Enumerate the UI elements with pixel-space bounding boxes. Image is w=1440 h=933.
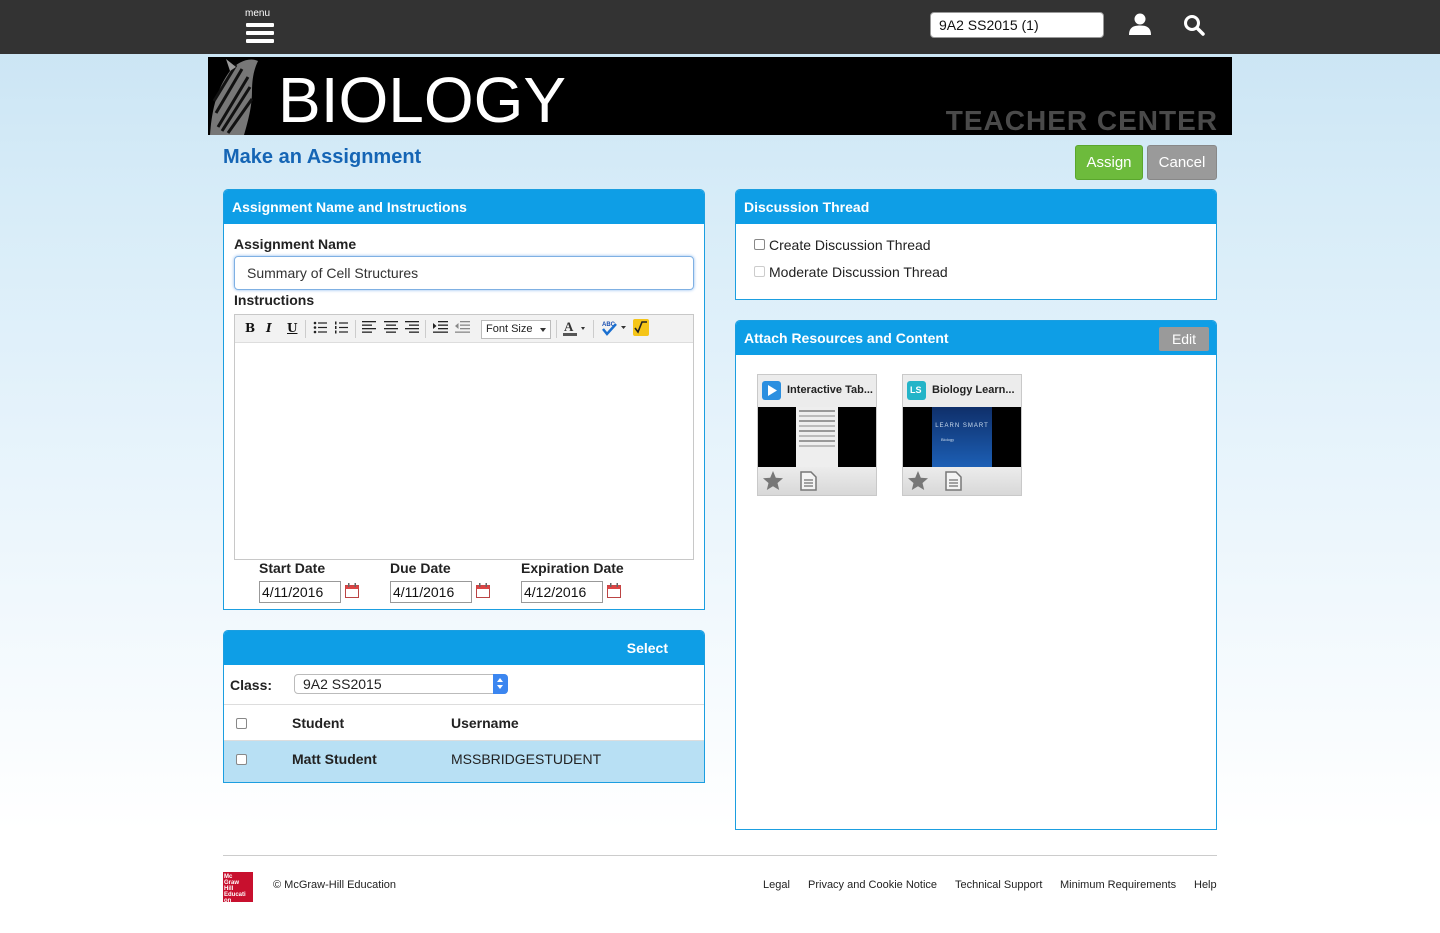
course-banner: BIOLOGY TEACHER CENTER (208, 57, 1232, 135)
align-left-icon[interactable] (362, 321, 376, 336)
indent-icon[interactable] (433, 321, 448, 336)
bold-button[interactable]: B (245, 321, 255, 335)
zebra-image (208, 57, 268, 135)
learnsmart-logo-text: LEARN SMART (935, 423, 989, 429)
assignment-name-input[interactable]: Summary of Cell Structures (234, 256, 694, 290)
learnsmart-subject: Biology (941, 437, 955, 442)
spellcheck-icon[interactable]: ABC (601, 319, 629, 340)
hamburger-icon (246, 23, 274, 47)
moderate-discussion-label: Moderate Discussion Thread (769, 264, 948, 280)
star-icon[interactable] (907, 470, 929, 496)
expiration-calendar-icon[interactable] (607, 583, 621, 598)
edit-resources-button[interactable]: Edit (1159, 327, 1209, 351)
due-date-input[interactable]: 4/11/2016 (390, 581, 472, 603)
due-date-label: Due Date (390, 560, 451, 576)
resource-card-header: Interactive Tab... (758, 375, 876, 407)
student-column-header: Student (292, 715, 345, 731)
svg-text:A: A (564, 319, 574, 334)
banner-subtitle: TEACHER CENTER (945, 105, 1218, 135)
assign-button[interactable]: Assign (1075, 145, 1143, 180)
learnsmart-icon: LS (907, 381, 926, 400)
class-dropdown-value: 9A2 SS2015 (303, 676, 382, 692)
student-row-checkbox[interactable] (236, 754, 247, 765)
attach-resources-panel: Attach Resources and Content Edit Intera… (735, 320, 1217, 830)
due-calendar-icon[interactable] (476, 583, 490, 598)
menu-button[interactable]: menu (244, 8, 276, 44)
student-username: MSSBRIDGESTUDENT (451, 751, 602, 767)
resource-title: Interactive Tab... (787, 384, 873, 396)
dropdown-arrow-icon (493, 674, 508, 694)
resource-title: Biology Learn... (932, 384, 1015, 396)
footer-link-minimum-requirements[interactable]: Minimum Requirements (1060, 879, 1176, 891)
numbered-list-icon[interactable] (334, 321, 348, 337)
align-right-icon[interactable] (405, 321, 419, 336)
assignment-name-label: Assignment Name (234, 236, 357, 252)
bullet-list-icon[interactable] (313, 321, 327, 337)
footer-link-help[interactable]: Help (1194, 879, 1217, 891)
italic-button[interactable]: I (266, 321, 272, 335)
discussion-panel: Discussion Thread Create Discussion Thre… (735, 189, 1217, 300)
student-name: Matt Student (292, 751, 377, 767)
username-column-header: Username (451, 715, 519, 731)
star-icon[interactable] (762, 470, 784, 496)
moderate-discussion-checkbox[interactable] (754, 266, 765, 277)
resource-thumbnail (758, 407, 876, 467)
underline-button[interactable]: U (287, 321, 297, 335)
page-title: Make an Assignment (223, 146, 422, 168)
select-all-checkbox[interactable] (236, 718, 247, 729)
align-center-icon[interactable] (384, 321, 398, 336)
editor-toolbar: B I U Font Size A ABC (235, 315, 693, 343)
resource-card-footer (903, 467, 1021, 495)
discussion-panel-header: Discussion Thread (736, 190, 1216, 224)
ls-badge-text: LS (910, 385, 922, 395)
banner-title: BIOLOGY (278, 64, 567, 135)
document-icon[interactable] (945, 471, 962, 496)
user-icon[interactable] (1128, 12, 1152, 38)
font-size-select[interactable]: Font Size (481, 320, 551, 339)
resource-thumbnail: LEARN SMART Biology (903, 407, 1021, 467)
assignment-panel-header: Assignment Name and Instructions (224, 190, 704, 224)
footer-link-privacy[interactable]: Privacy and Cookie Notice (808, 879, 937, 891)
select-header[interactable]: Select (224, 631, 704, 665)
class-label: Class: (230, 677, 273, 693)
start-calendar-icon[interactable] (345, 583, 359, 598)
cancel-button[interactable]: Cancel (1147, 145, 1217, 180)
expiration-date-input[interactable]: 4/12/2016 (521, 581, 603, 603)
resource-card-header: LS Biology Learn... (903, 375, 1021, 407)
outdent-icon[interactable] (455, 321, 470, 336)
resource-card-footer (758, 467, 876, 495)
select-students-panel: Select Class: 9A2 SS2015 Student Usernam… (223, 630, 705, 783)
document-icon[interactable] (800, 471, 817, 496)
create-discussion-checkbox[interactable] (754, 239, 765, 250)
expiration-date-label: Expiration Date (521, 560, 624, 576)
top-navigation-bar: menu 9A2 SS2015 (1) (0, 0, 1440, 54)
instructions-label: Instructions (234, 292, 315, 308)
class-selector-field[interactable]: 9A2 SS2015 (1) (930, 12, 1104, 38)
class-dropdown[interactable]: 9A2 SS2015 (294, 674, 508, 694)
resource-card-learnsmart[interactable]: LS Biology Learn... LEARN SMART Biology (902, 374, 1022, 496)
footer-divider (223, 855, 1217, 856)
logo-text: Mc Graw Hill Education (224, 874, 246, 904)
resource-card-interactive[interactable]: Interactive Tab... (757, 374, 877, 496)
footer-link-technical-support[interactable]: Technical Support (955, 879, 1042, 891)
copyright-text: © McGraw-Hill Education (273, 879, 397, 891)
start-date-input[interactable]: 4/11/2016 (259, 581, 341, 603)
create-discussion-label: Create Discussion Thread (769, 237, 931, 253)
table-row[interactable]: Matt Student MSSBRIDGESTUDENT (224, 741, 704, 782)
instructions-editor[interactable]: B I U Font Size A ABC (234, 314, 694, 560)
footer-link-legal[interactable]: Legal (763, 879, 790, 891)
attach-resources-header: Attach Resources and Content Edit (736, 321, 1216, 355)
start-date-label: Start Date (259, 560, 326, 576)
text-color-icon[interactable]: A (563, 319, 587, 340)
math-equation-icon[interactable] (633, 319, 649, 339)
attach-resources-title: Attach Resources and Content (744, 330, 949, 346)
menu-label: menu (245, 8, 271, 19)
mcgraw-hill-logo: Mc Graw Hill Education (223, 872, 253, 904)
play-icon (762, 381, 781, 400)
search-icon[interactable] (1183, 14, 1205, 36)
assignment-panel: Assignment Name and Instructions Assignm… (223, 189, 705, 610)
